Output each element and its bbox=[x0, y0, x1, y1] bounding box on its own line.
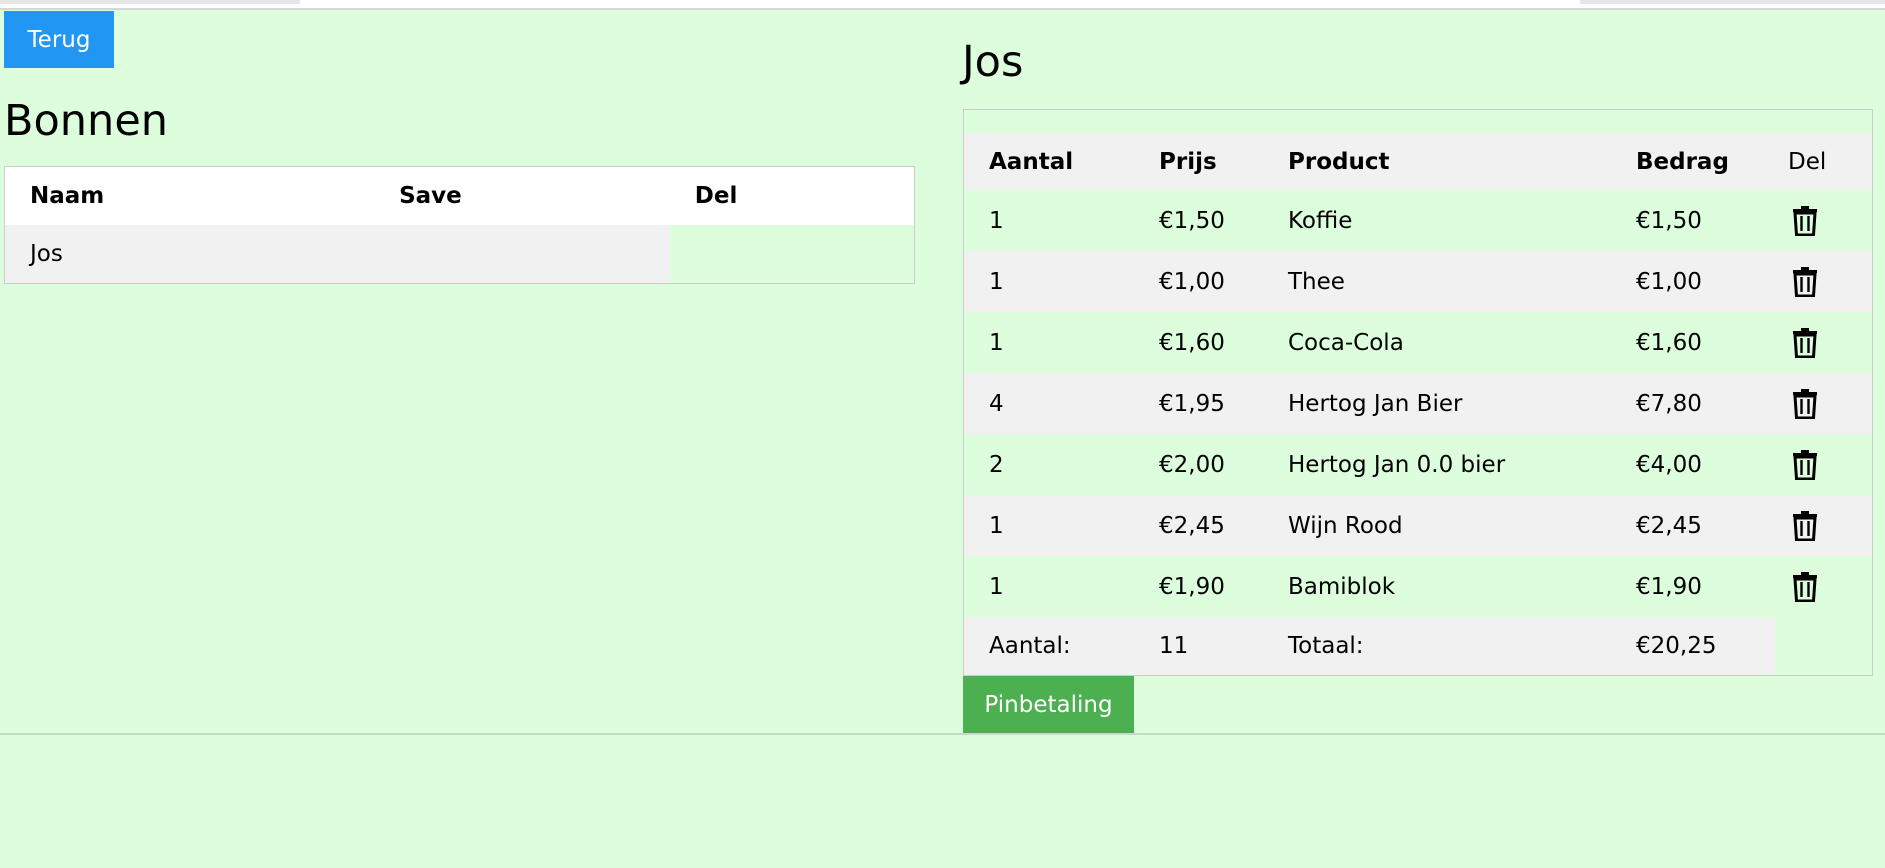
bonnen-table: Naam Save Del Jos bbox=[4, 166, 915, 284]
bonnen-title: Bonnen bbox=[4, 96, 169, 146]
item-bedrag: €1,00 bbox=[1611, 251, 1775, 312]
item-product: Coca-Cola bbox=[1263, 312, 1611, 373]
total-amount-value: €20,25 bbox=[1611, 617, 1775, 675]
column-header-prijs: Prijs bbox=[1134, 133, 1263, 190]
column-header-naam: Naam bbox=[4, 166, 375, 225]
item-aantal: 4 bbox=[964, 373, 1134, 434]
totals-empty-cell bbox=[1775, 617, 1872, 675]
column-header-del: Del bbox=[1775, 133, 1872, 190]
receipt-table: Aantal Prijs Product Bedrag Del 1 €1,50 Ko… bbox=[964, 133, 1872, 675]
item-aantal: 1 bbox=[964, 190, 1134, 251]
item-prijs: €1,50 bbox=[1134, 190, 1263, 251]
item-product: Wijn Rood bbox=[1263, 495, 1611, 556]
item-aantal: 2 bbox=[964, 434, 1134, 495]
trash-icon[interactable] bbox=[1792, 510, 1872, 541]
item-product: Hertog Jan 0.0 bier bbox=[1263, 434, 1611, 495]
trash-icon[interactable] bbox=[1792, 266, 1872, 297]
item-bedrag: €7,80 bbox=[1611, 373, 1775, 434]
receipt-panel: Aantal Prijs Product Bedrag Del 1 €1,50 Ko… bbox=[963, 109, 1873, 676]
column-header-save: Save bbox=[374, 166, 670, 225]
item-bedrag: €2,45 bbox=[1611, 495, 1775, 556]
item-product: Hertog Jan Bier bbox=[1263, 373, 1611, 434]
divider bbox=[0, 733, 1885, 735]
trash-icon[interactable] bbox=[1792, 388, 1872, 419]
total-count-value: 11 bbox=[1134, 617, 1263, 675]
item-aantal: 1 bbox=[964, 312, 1134, 373]
table-row: 1 €1,50 Koffie €1,50 bbox=[964, 190, 1872, 251]
top-bar bbox=[0, 0, 1885, 10]
receipt-title: Jos bbox=[962, 37, 1024, 87]
item-prijs: €1,00 bbox=[1134, 251, 1263, 312]
item-aantal: 1 bbox=[964, 495, 1134, 556]
delete-item-button[interactable] bbox=[1775, 312, 1872, 373]
item-product: Koffie bbox=[1263, 190, 1611, 251]
column-header-del: Del bbox=[669, 166, 915, 225]
item-product: Thee bbox=[1263, 251, 1611, 312]
item-prijs: €1,60 bbox=[1134, 312, 1263, 373]
total-count-label: Aantal: bbox=[964, 617, 1134, 675]
pinbetaling-button[interactable]: Pinbetaling bbox=[963, 676, 1134, 733]
back-button[interactable]: Terug bbox=[4, 11, 114, 68]
table-row: 1 €1,00 Thee €1,00 bbox=[964, 251, 1872, 312]
trash-icon[interactable] bbox=[1792, 449, 1872, 480]
item-bedrag: €4,00 bbox=[1611, 434, 1775, 495]
total-amount-label: Totaal: bbox=[1263, 617, 1611, 675]
trash-icon[interactable] bbox=[1792, 205, 1872, 236]
item-bedrag: €1,90 bbox=[1611, 556, 1775, 617]
table-row[interactable]: Jos bbox=[4, 224, 915, 284]
item-prijs: €2,00 bbox=[1134, 434, 1263, 495]
delete-item-button[interactable] bbox=[1775, 556, 1872, 617]
bon-del-cell bbox=[670, 225, 915, 284]
trash-icon[interactable] bbox=[1792, 327, 1872, 358]
delete-item-button[interactable] bbox=[1775, 495, 1872, 556]
item-prijs: €1,95 bbox=[1134, 373, 1263, 434]
item-bedrag: €1,60 bbox=[1611, 312, 1775, 373]
delete-item-button[interactable] bbox=[1775, 190, 1872, 251]
receipt-header-row: Aantal Prijs Product Bedrag Del bbox=[964, 133, 1872, 190]
delete-item-button[interactable] bbox=[1775, 373, 1872, 434]
column-header-bedrag: Bedrag bbox=[1611, 133, 1775, 190]
item-product: Bamiblok bbox=[1263, 556, 1611, 617]
table-row: 4 €1,95 Hertog Jan Bier €7,80 bbox=[964, 373, 1872, 434]
item-aantal: 1 bbox=[964, 251, 1134, 312]
delete-item-button[interactable] bbox=[1775, 251, 1872, 312]
item-prijs: €1,90 bbox=[1134, 556, 1263, 617]
item-bedrag: €1,50 bbox=[1611, 190, 1775, 251]
item-prijs: €2,45 bbox=[1134, 495, 1263, 556]
table-row: 1 €1,60 Coca-Cola €1,60 bbox=[964, 312, 1872, 373]
column-header-product: Product bbox=[1263, 133, 1611, 190]
bon-name[interactable]: Jos bbox=[4, 224, 375, 284]
trash-icon[interactable] bbox=[1792, 571, 1872, 602]
bonnen-header-row: Naam Save Del bbox=[4, 166, 915, 225]
column-header-aantal: Aantal bbox=[964, 133, 1134, 190]
totals-row: Aantal: 11 Totaal: €20,25 bbox=[964, 617, 1872, 675]
table-row: 1 €2,45 Wijn Rood €2,45 bbox=[964, 495, 1872, 556]
table-row: 2 €2,00 Hertog Jan 0.0 bier €4,00 bbox=[964, 434, 1872, 495]
bon-save-cell bbox=[374, 224, 670, 284]
delete-item-button[interactable] bbox=[1775, 434, 1872, 495]
table-row: 1 €1,90 Bamiblok €1,90 bbox=[964, 556, 1872, 617]
item-aantal: 1 bbox=[964, 556, 1134, 617]
